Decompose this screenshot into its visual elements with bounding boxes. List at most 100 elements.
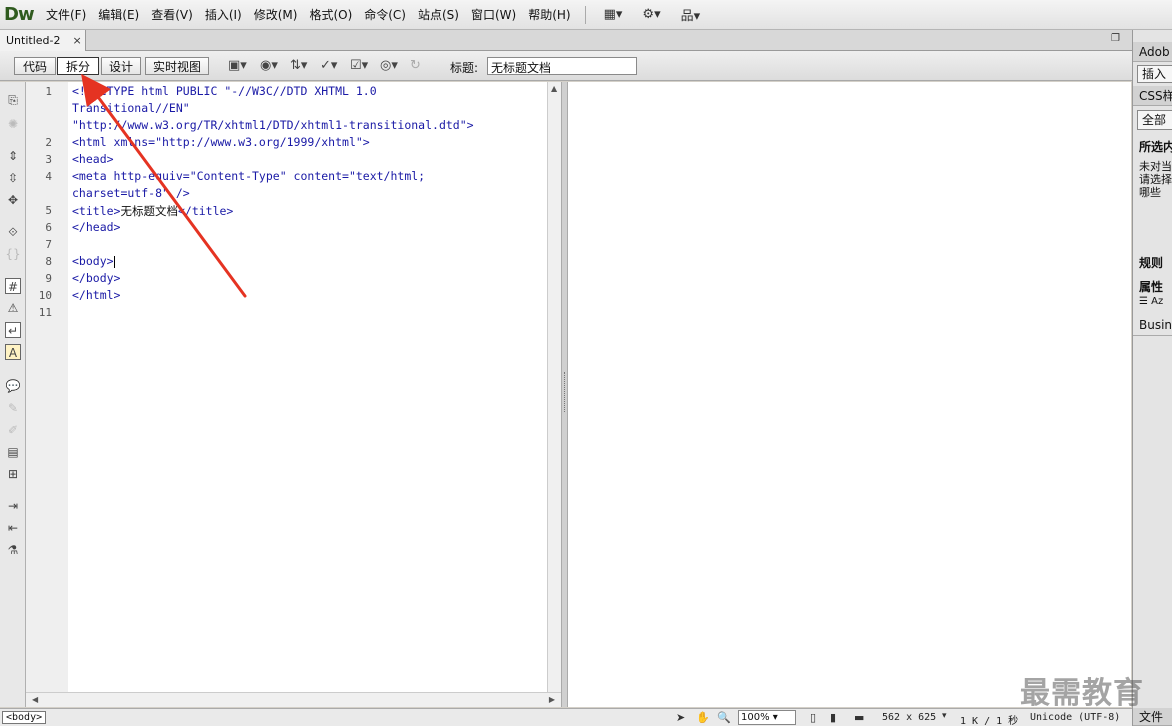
balance-braces-icon[interactable]: {} [5, 246, 21, 262]
code-line[interactable]: <meta http-equiv="Content-Type" content=… [72, 169, 425, 183]
menu-separator [584, 5, 586, 24]
multiscreen-icon[interactable]: ▣▾ [228, 58, 247, 73]
line-number: 3 [45, 153, 52, 166]
line-numbers-icon[interactable]: # [5, 278, 21, 294]
design-view-pane[interactable] [568, 82, 1131, 707]
split-view-divider[interactable] [561, 82, 568, 707]
css-styles-panel-tab[interactable]: CSS样 [1133, 86, 1172, 106]
menu-help[interactable]: 帮助(H) [522, 6, 576, 23]
code-token-close-title: </title> [177, 204, 234, 218]
menu-format[interactable]: 格式(O) [303, 6, 358, 23]
code-line[interactable]: <title>无标题文档</title> [72, 203, 233, 219]
code-line[interactable]: <!DOCTYPE html PUBLIC "-//W3C//DTD XHTML… [72, 84, 377, 98]
refresh-icon[interactable]: ↻ [410, 58, 421, 73]
menu-modify[interactable]: 修改(M) [248, 6, 304, 23]
tag-selector-body[interactable]: <body> [2, 711, 47, 724]
code-line[interactable]: <html xmlns="http://www.w3.org/1999/xhtm… [72, 135, 370, 149]
layout-icon[interactable]: ▦▾ [594, 7, 633, 22]
properties-heading: 属性 [1139, 280, 1164, 294]
site-icon[interactable]: 品▾ [671, 5, 711, 24]
visual-aids-icon[interactable]: ◎▾ [380, 58, 398, 73]
panel-adobe-header[interactable]: Adob [1133, 42, 1172, 62]
text-caret [113, 255, 115, 268]
expand-all-icon[interactable]: ✥ [5, 192, 21, 208]
zoom-select[interactable]: 100% ▾ [738, 710, 796, 725]
restore-window-icon[interactable]: ❐ [1111, 33, 1120, 44]
property-view-icons[interactable]: ☰ Az [1133, 296, 1172, 310]
status-bar: <body> ➤ ✋ 🔍 100% ▾ ▯ ▮ ▬ 562 x 625 ▾ 1 … [0, 708, 1132, 726]
menu-edit[interactable]: 编辑(E) [92, 6, 145, 23]
remove-comment-icon[interactable]: ✎ [5, 400, 21, 416]
document-title-input[interactable]: 无标题文档 [487, 57, 637, 75]
code-line[interactable]: "http://www.w3.org/TR/xhtml1/DTD/xhtml1-… [72, 118, 474, 132]
line-number: 9 [45, 272, 52, 285]
divider-grip [564, 372, 565, 412]
hand-tool-icon[interactable]: ✋ [696, 711, 710, 724]
menu-insert[interactable]: 插入(I) [199, 6, 248, 23]
business-catalyst-panel-tab[interactable]: Busin [1133, 314, 1172, 336]
code-horizontal-scrollbar[interactable]: ◀ ▶ [26, 692, 561, 707]
zoom-tool-icon[interactable]: 🔍 [717, 711, 731, 724]
select-tool-icon[interactable]: ➤ [676, 711, 685, 724]
code-line[interactable]: </html> [72, 288, 120, 302]
recent-snippets-icon[interactable]: ▤ [5, 444, 21, 460]
selection-summary-text: 请选择 [1139, 173, 1172, 186]
dreamweaver-logo: Dw [4, 4, 35, 25]
tablet-size-icon[interactable]: ▮ [830, 711, 836, 724]
insert-panel-tab[interactable]: 插入 [1137, 65, 1172, 83]
line-number: 1 [45, 85, 52, 98]
collapse-full-tag-icon[interactable]: ⇕ [5, 148, 21, 164]
code-line[interactable]: Transitional//EN" [72, 101, 190, 115]
indent-code-icon[interactable]: ⇥ [5, 498, 21, 514]
coding-toolbar: ⎘ ✺ ⇕ ⇳ ✥ ⟐ {} # ⚠ ↵ A 💬 ✎ ✐ ▤ ⊞ ⇥ ⇤ ⚗ [0, 82, 26, 707]
preview-browser-icon[interactable]: ◉▾ [260, 58, 278, 73]
gear-icon[interactable]: ⚙▾ [632, 7, 670, 22]
show-code-navigator-icon[interactable]: ✺ [5, 116, 21, 132]
outdent-code-icon[interactable]: ⇤ [5, 520, 21, 536]
line-number: 4 [45, 170, 52, 183]
window-size[interactable]: 562 x 625 [882, 712, 936, 723]
line-number: 2 [45, 136, 52, 149]
zoom-value: 100% [741, 712, 770, 723]
design-view-button[interactable]: 设计 [101, 57, 141, 75]
menu-commands[interactable]: 命令(C) [358, 6, 412, 23]
css-all-button[interactable]: 全部 [1137, 110, 1172, 130]
code-line[interactable]: charset=utf-8" /> [72, 186, 190, 200]
menu-file[interactable]: 文件(F) [40, 6, 92, 23]
scroll-right-icon[interactable]: ▶ [549, 695, 555, 704]
word-wrap-icon[interactable]: ↵ [5, 322, 21, 338]
syntax-coloring-icon[interactable]: A [5, 344, 21, 360]
code-vertical-scrollbar[interactable]: ▲ [547, 82, 561, 692]
line-number: 10 [38, 289, 52, 302]
apply-comment-icon[interactable]: 💬 [5, 378, 21, 394]
menu-window[interactable]: 窗口(W) [465, 6, 522, 23]
split-view-button[interactable]: 拆分 [57, 57, 99, 75]
code-line[interactable]: </head> [72, 220, 120, 234]
wrap-tag-icon[interactable]: ✐ [5, 422, 21, 438]
scroll-up-icon[interactable]: ▲ [551, 84, 557, 93]
selection-summary-text: 未对当 [1139, 160, 1172, 173]
format-source-code-icon[interactable]: ⚗ [5, 542, 21, 558]
window-size-dropdown-icon[interactable]: ▾ [942, 711, 947, 721]
check-browser-icon[interactable]: ☑▾ [350, 58, 368, 73]
code-line[interactable]: <body> [72, 254, 115, 268]
file-management-icon[interactable]: ⇅▾ [290, 58, 307, 73]
line-number: 11 [38, 306, 52, 319]
open-documents-icon[interactable]: ⎘ [5, 92, 21, 108]
highlight-invalid-code-icon[interactable]: ⚠ [5, 300, 21, 316]
document-tab[interactable]: Untitled-2 × [0, 30, 86, 51]
menu-site[interactable]: 站点(S) [412, 6, 465, 23]
w3c-validation-icon[interactable]: ✓▾ [320, 58, 337, 73]
close-icon[interactable]: × [72, 34, 81, 47]
scroll-left-icon[interactable]: ◀ [32, 695, 38, 704]
move-css-icon[interactable]: ⊞ [5, 466, 21, 482]
menu-view[interactable]: 查看(V) [145, 6, 199, 23]
select-parent-tag-icon[interactable]: ⟐ [5, 224, 21, 240]
live-view-button[interactable]: 实时视图 [145, 57, 209, 75]
code-view-button[interactable]: 代码 [14, 57, 56, 75]
desktop-size-icon[interactable]: ▬ [854, 711, 864, 724]
code-line[interactable]: </body> [72, 271, 120, 285]
mobile-size-icon[interactable]: ▯ [810, 711, 816, 724]
collapse-selection-icon[interactable]: ⇳ [5, 170, 21, 186]
code-line[interactable]: <head> [72, 152, 114, 166]
